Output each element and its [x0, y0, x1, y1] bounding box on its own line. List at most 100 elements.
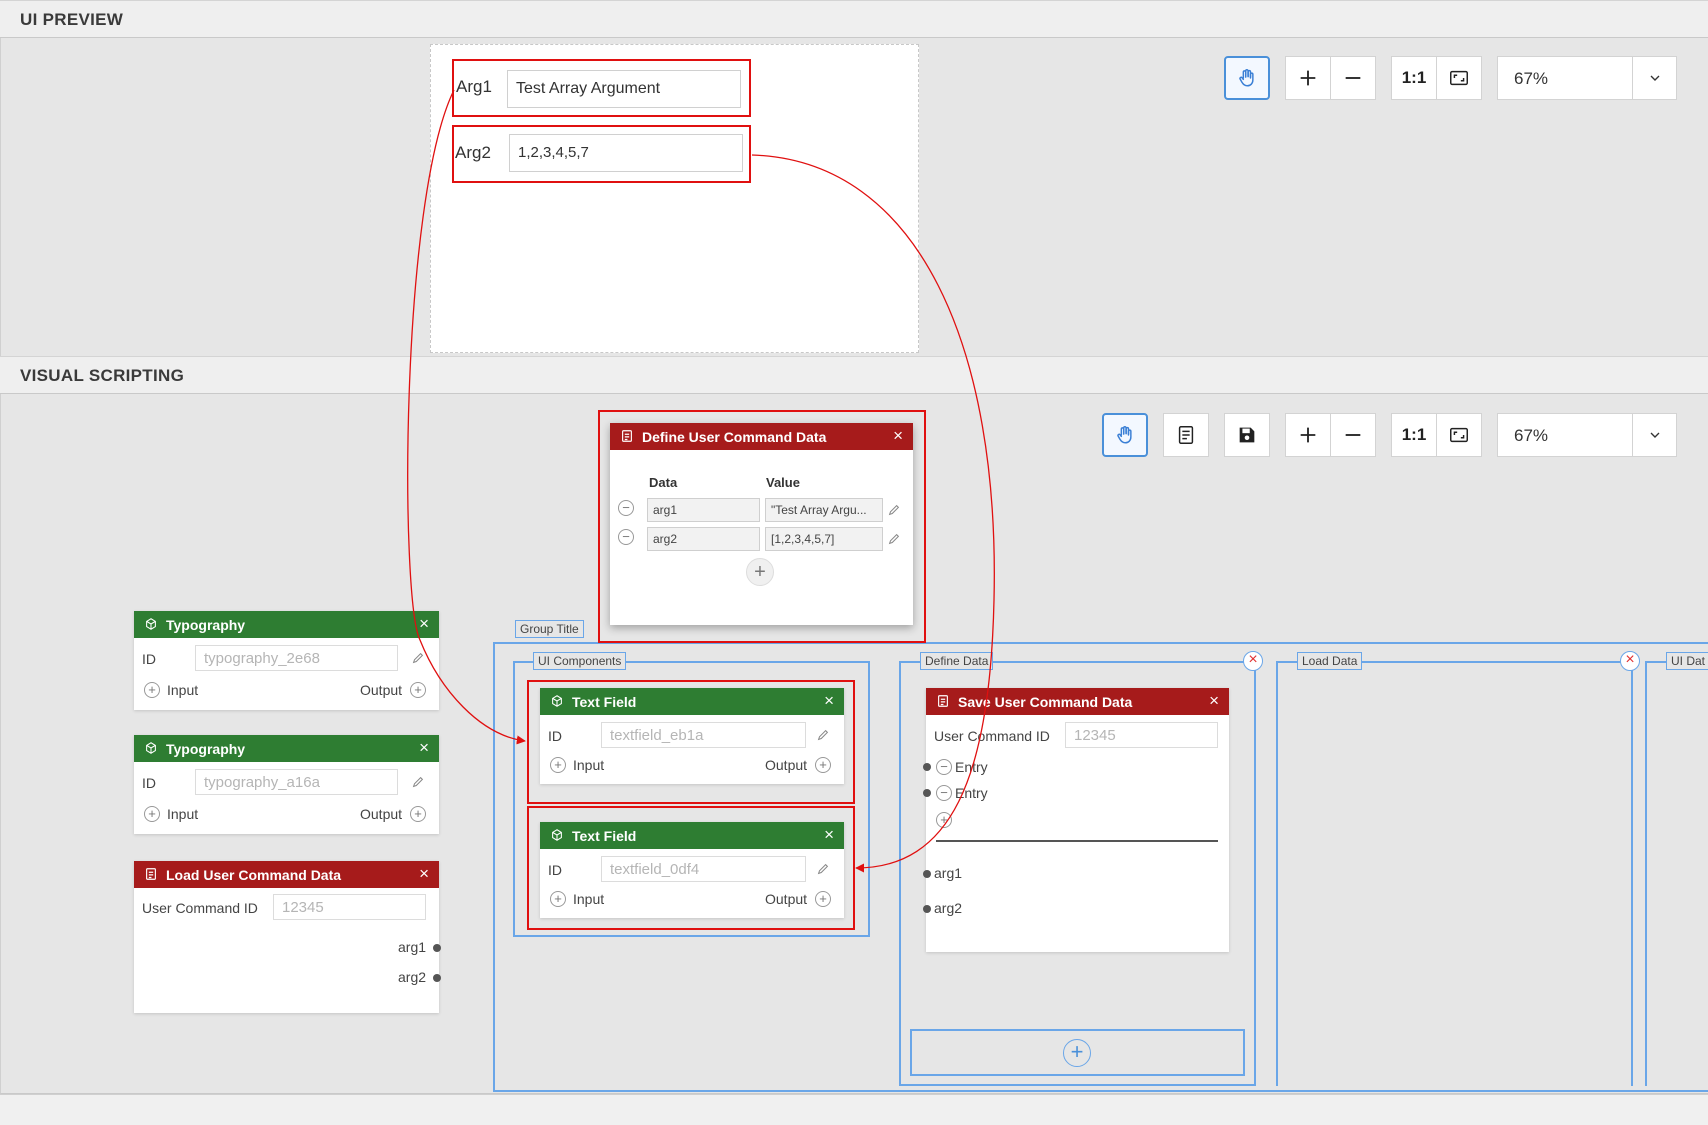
- zoom-in-button[interactable]: [1285, 56, 1331, 100]
- vs-pan-tool-button[interactable]: [1102, 413, 1148, 457]
- typography-id-field[interactable]: typography_2e68: [195, 645, 398, 671]
- document-icon: [146, 868, 156, 880]
- typography-id-field[interactable]: typography_a16a: [195, 769, 398, 795]
- typography-node-1-title: Typography: [166, 617, 246, 633]
- preview-zoom-select[interactable]: 67%: [1497, 56, 1677, 100]
- vs-zoom-select[interactable]: 67%: [1497, 413, 1677, 457]
- preview-zoom-value: 67%: [1514, 69, 1549, 88]
- arg2-output-port[interactable]: [433, 974, 441, 982]
- vs-fit-screen-button[interactable]: [1436, 413, 1482, 457]
- plus-icon: [1300, 70, 1316, 86]
- load-user-command-data-node[interactable]: Load User Command Data × User Command ID…: [134, 861, 441, 1013]
- add-input-icon[interactable]: +: [144, 806, 160, 822]
- pencil-icon[interactable]: [411, 775, 425, 789]
- ui-data-label[interactable]: UI Dat: [1666, 652, 1708, 670]
- define-node-highlight: [598, 410, 926, 643]
- entry-2-port[interactable]: [923, 789, 931, 797]
- close-icon[interactable]: ×: [419, 865, 429, 882]
- text-field-node-2-highlight: [527, 806, 855, 930]
- arg1-output-label: arg1: [398, 939, 427, 955]
- group-title-label[interactable]: Group Title: [515, 620, 584, 638]
- visual-scripting-title: VISUAL SCRIPTING: [20, 366, 185, 385]
- document-icon: [1178, 426, 1194, 444]
- cube-icon: [146, 742, 156, 754]
- define-data-close-icon[interactable]: ×: [1243, 651, 1263, 671]
- ui-preview-title: UI PREVIEW: [20, 10, 124, 29]
- typography-node-1[interactable]: Typography × ID typography_2e68 + Input …: [134, 611, 439, 710]
- define-data-label[interactable]: Define Data: [920, 652, 994, 670]
- add-entry-icon[interactable]: +: [936, 812, 952, 828]
- text-field-node-1-highlight: [527, 680, 855, 804]
- save-node-header[interactable]: Save User Command Data ×: [926, 688, 1229, 715]
- input-label: Input: [167, 806, 199, 822]
- vs-zoom-value: 67%: [1514, 426, 1549, 445]
- zoom-out-button[interactable]: [1330, 56, 1376, 100]
- close-icon[interactable]: ×: [419, 739, 429, 756]
- add-output-icon[interactable]: +: [410, 806, 426, 822]
- load-node-title: Load User Command Data: [166, 867, 342, 883]
- save-button[interactable]: [1224, 413, 1270, 457]
- input-label: Input: [167, 682, 199, 698]
- typography-node-2-title: Typography: [166, 741, 246, 757]
- group-load-data[interactable]: [1276, 661, 1633, 1086]
- id-label: ID: [142, 775, 156, 791]
- close-icon[interactable]: ×: [419, 615, 429, 632]
- close-icon[interactable]: ×: [1209, 692, 1219, 709]
- add-node-button[interactable]: +: [910, 1029, 1245, 1076]
- hand-icon: [1117, 426, 1132, 444]
- fit-screen-icon: [1450, 70, 1468, 86]
- arg1-input-label: arg1: [934, 865, 963, 881]
- remove-entry-icon[interactable]: −: [936, 759, 952, 775]
- typography-node-2-header[interactable]: Typography ×: [134, 735, 439, 762]
- entry-1-port[interactable]: [923, 763, 931, 771]
- user-command-id-field[interactable]: 12345: [1065, 722, 1218, 748]
- id-label: ID: [142, 651, 156, 667]
- entry-2-label: Entry: [955, 785, 988, 801]
- plus-icon: [1300, 427, 1316, 443]
- arg1-highlight: [452, 59, 751, 117]
- typography-node-2[interactable]: Typography × ID typography_a16a + Input …: [134, 735, 439, 834]
- pan-tool-button[interactable]: [1224, 56, 1270, 100]
- typography-node-1-header[interactable]: Typography ×: [134, 611, 439, 638]
- fit-screen-icon: [1450, 427, 1468, 443]
- arg1-input-port[interactable]: [923, 870, 931, 878]
- vs-actual-size-button[interactable]: 1:1: [1391, 413, 1437, 457]
- output-label: Output: [360, 806, 403, 822]
- ui-components-label[interactable]: UI Components: [533, 652, 627, 670]
- vs-zoom-out-button[interactable]: [1330, 413, 1376, 457]
- cube-icon: [146, 618, 156, 630]
- arg2-input-label: arg2: [934, 900, 963, 916]
- user-command-id-label: User Command ID: [142, 900, 258, 916]
- arg1-output-port[interactable]: [433, 944, 441, 952]
- arg2-highlight: [452, 125, 751, 183]
- add-circle-icon: +: [1063, 1039, 1091, 1067]
- vs-zoom-in-button[interactable]: [1285, 413, 1331, 457]
- chevron-down-icon: [1632, 57, 1676, 99]
- load-data-label[interactable]: Load Data: [1297, 652, 1363, 670]
- remove-entry-icon[interactable]: −: [936, 785, 952, 801]
- notes-button[interactable]: [1163, 413, 1209, 457]
- save-icon: [1239, 427, 1255, 443]
- add-input-icon[interactable]: +: [144, 682, 160, 698]
- add-output-icon[interactable]: +: [410, 682, 426, 698]
- user-command-id-field[interactable]: 12345: [273, 894, 426, 920]
- load-node-header[interactable]: Load User Command Data ×: [134, 861, 439, 888]
- arg2-input-port[interactable]: [923, 905, 931, 913]
- ui-preview-header: UI PREVIEW: [0, 0, 1708, 38]
- group-ui-data[interactable]: [1645, 661, 1708, 1086]
- hand-icon: [1239, 69, 1254, 87]
- entry-divider: [936, 840, 1218, 842]
- minus-icon: [1345, 77, 1361, 79]
- status-bar: [0, 1094, 1708, 1125]
- chevron-down-icon: [1632, 414, 1676, 456]
- output-label: Output: [360, 682, 403, 698]
- document-icon: [938, 695, 948, 707]
- fit-screen-button[interactable]: [1436, 56, 1482, 100]
- minus-icon: [1345, 434, 1361, 436]
- save-user-command-data-node[interactable]: Save User Command Data × User Command ID…: [923, 688, 1229, 952]
- arg2-output-label: arg2: [398, 969, 427, 985]
- visual-scripting-header: VISUAL SCRIPTING: [0, 356, 1708, 394]
- actual-size-button[interactable]: 1:1: [1391, 56, 1437, 100]
- load-data-close-icon[interactable]: ×: [1620, 651, 1640, 671]
- pencil-icon[interactable]: [411, 651, 425, 665]
